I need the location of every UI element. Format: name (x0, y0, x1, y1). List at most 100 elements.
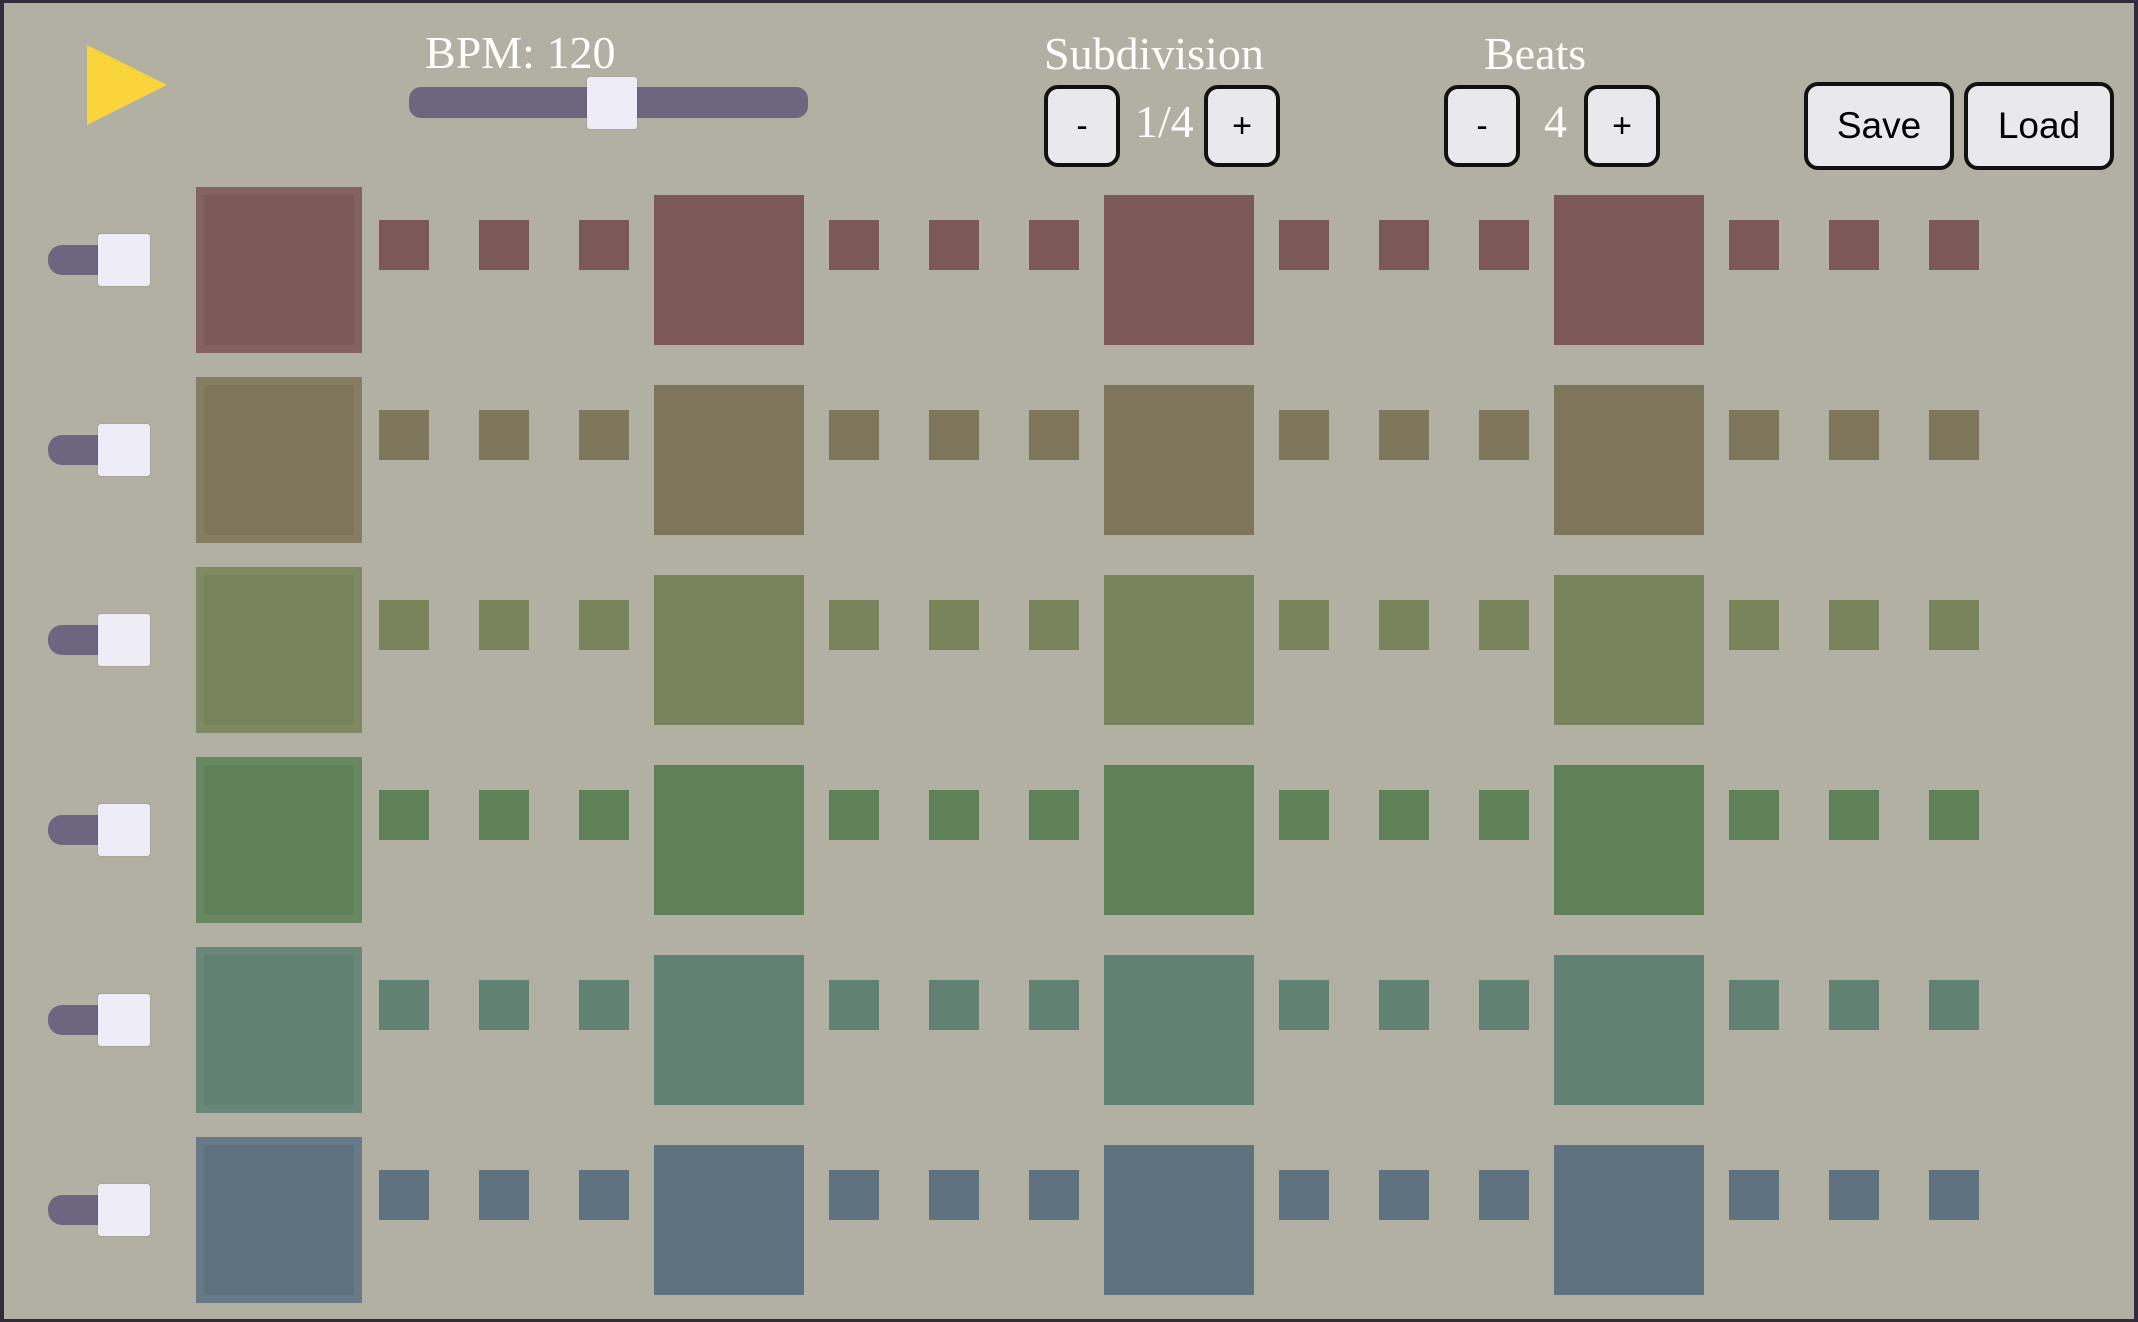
step-cell[interactable] (379, 790, 429, 840)
beat-cell[interactable] (1554, 765, 1704, 915)
step-cell[interactable] (1029, 790, 1079, 840)
step-cell[interactable] (1279, 790, 1329, 840)
beat-cell[interactable] (654, 385, 804, 535)
step-cell[interactable] (479, 790, 529, 840)
step-cell[interactable] (1379, 600, 1429, 650)
beat-cell[interactable] (1554, 955, 1704, 1105)
step-cell[interactable] (1279, 410, 1329, 460)
step-cell[interactable] (1729, 220, 1779, 270)
step-cell[interactable] (1829, 980, 1879, 1030)
row-volume-thumb[interactable] (98, 1184, 150, 1236)
step-cell[interactable] (929, 600, 979, 650)
step-cell[interactable] (1379, 220, 1429, 270)
beat-cell[interactable] (196, 1137, 362, 1303)
step-cell[interactable] (479, 220, 529, 270)
bpm-slider-thumb[interactable] (587, 77, 637, 129)
step-cell[interactable] (1829, 1170, 1879, 1220)
step-cell[interactable] (1479, 980, 1529, 1030)
step-cell[interactable] (1729, 790, 1779, 840)
step-cell[interactable] (479, 1170, 529, 1220)
step-cell[interactable] (1829, 600, 1879, 650)
beat-cell[interactable] (196, 757, 362, 923)
step-cell[interactable] (1379, 410, 1429, 460)
step-cell[interactable] (1929, 600, 1979, 650)
step-cell[interactable] (379, 410, 429, 460)
step-cell[interactable] (1279, 980, 1329, 1030)
step-cell[interactable] (1929, 220, 1979, 270)
step-cell[interactable] (379, 600, 429, 650)
row-volume-thumb[interactable] (98, 804, 150, 856)
beat-cell[interactable] (654, 575, 804, 725)
row-volume-thumb[interactable] (98, 424, 150, 476)
step-cell[interactable] (1829, 790, 1879, 840)
row-volume-thumb[interactable] (98, 994, 150, 1046)
step-cell[interactable] (1379, 1170, 1429, 1220)
beat-cell[interactable] (654, 955, 804, 1105)
step-cell[interactable] (579, 1170, 629, 1220)
step-cell[interactable] (1929, 410, 1979, 460)
beat-cell[interactable] (654, 1145, 804, 1295)
beat-cell[interactable] (1104, 1145, 1254, 1295)
step-cell[interactable] (1029, 980, 1079, 1030)
step-cell[interactable] (579, 790, 629, 840)
step-cell[interactable] (829, 220, 879, 270)
step-cell[interactable] (1929, 790, 1979, 840)
beat-cell[interactable] (196, 377, 362, 543)
step-cell[interactable] (829, 410, 879, 460)
beat-cell[interactable] (196, 187, 362, 353)
step-cell[interactable] (929, 220, 979, 270)
step-cell[interactable] (1479, 790, 1529, 840)
step-cell[interactable] (1729, 980, 1779, 1030)
step-cell[interactable] (1729, 1170, 1779, 1220)
step-cell[interactable] (479, 410, 529, 460)
step-cell[interactable] (479, 980, 529, 1030)
step-cell[interactable] (829, 1170, 879, 1220)
step-cell[interactable] (1929, 980, 1979, 1030)
play-icon[interactable] (87, 45, 167, 125)
step-cell[interactable] (1479, 220, 1529, 270)
beat-cell[interactable] (654, 195, 804, 345)
beats-decrease-button[interactable]: - (1444, 85, 1520, 167)
step-cell[interactable] (1929, 1170, 1979, 1220)
step-cell[interactable] (379, 1170, 429, 1220)
step-cell[interactable] (1479, 410, 1529, 460)
beat-cell[interactable] (1554, 195, 1704, 345)
step-cell[interactable] (1279, 220, 1329, 270)
step-cell[interactable] (929, 410, 979, 460)
row-volume-thumb[interactable] (98, 614, 150, 666)
beat-cell[interactable] (1554, 385, 1704, 535)
beat-cell[interactable] (1104, 765, 1254, 915)
step-cell[interactable] (929, 790, 979, 840)
step-cell[interactable] (579, 980, 629, 1030)
step-cell[interactable] (1729, 600, 1779, 650)
step-cell[interactable] (1729, 410, 1779, 460)
beat-cell[interactable] (196, 947, 362, 1113)
step-cell[interactable] (829, 790, 879, 840)
beat-cell[interactable] (1554, 1145, 1704, 1295)
beat-cell[interactable] (1104, 575, 1254, 725)
beat-cell[interactable] (1554, 575, 1704, 725)
step-cell[interactable] (1479, 600, 1529, 650)
step-cell[interactable] (579, 410, 629, 460)
step-cell[interactable] (1379, 980, 1429, 1030)
beat-cell[interactable] (1104, 195, 1254, 345)
step-cell[interactable] (579, 600, 629, 650)
step-cell[interactable] (379, 980, 429, 1030)
row-volume-thumb[interactable] (98, 234, 150, 286)
subdivision-increase-button[interactable]: + (1204, 85, 1280, 167)
beat-cell[interactable] (1104, 385, 1254, 535)
step-cell[interactable] (1029, 410, 1079, 460)
load-button[interactable]: Load (1964, 82, 2114, 170)
step-cell[interactable] (829, 600, 879, 650)
step-cell[interactable] (1279, 1170, 1329, 1220)
step-cell[interactable] (579, 220, 629, 270)
step-cell[interactable] (1379, 790, 1429, 840)
step-cell[interactable] (1029, 220, 1079, 270)
step-cell[interactable] (1479, 1170, 1529, 1220)
save-button[interactable]: Save (1804, 82, 1954, 170)
step-cell[interactable] (1829, 410, 1879, 460)
subdivision-decrease-button[interactable]: - (1044, 85, 1120, 167)
beat-cell[interactable] (654, 765, 804, 915)
beat-cell[interactable] (1104, 955, 1254, 1105)
step-cell[interactable] (379, 220, 429, 270)
